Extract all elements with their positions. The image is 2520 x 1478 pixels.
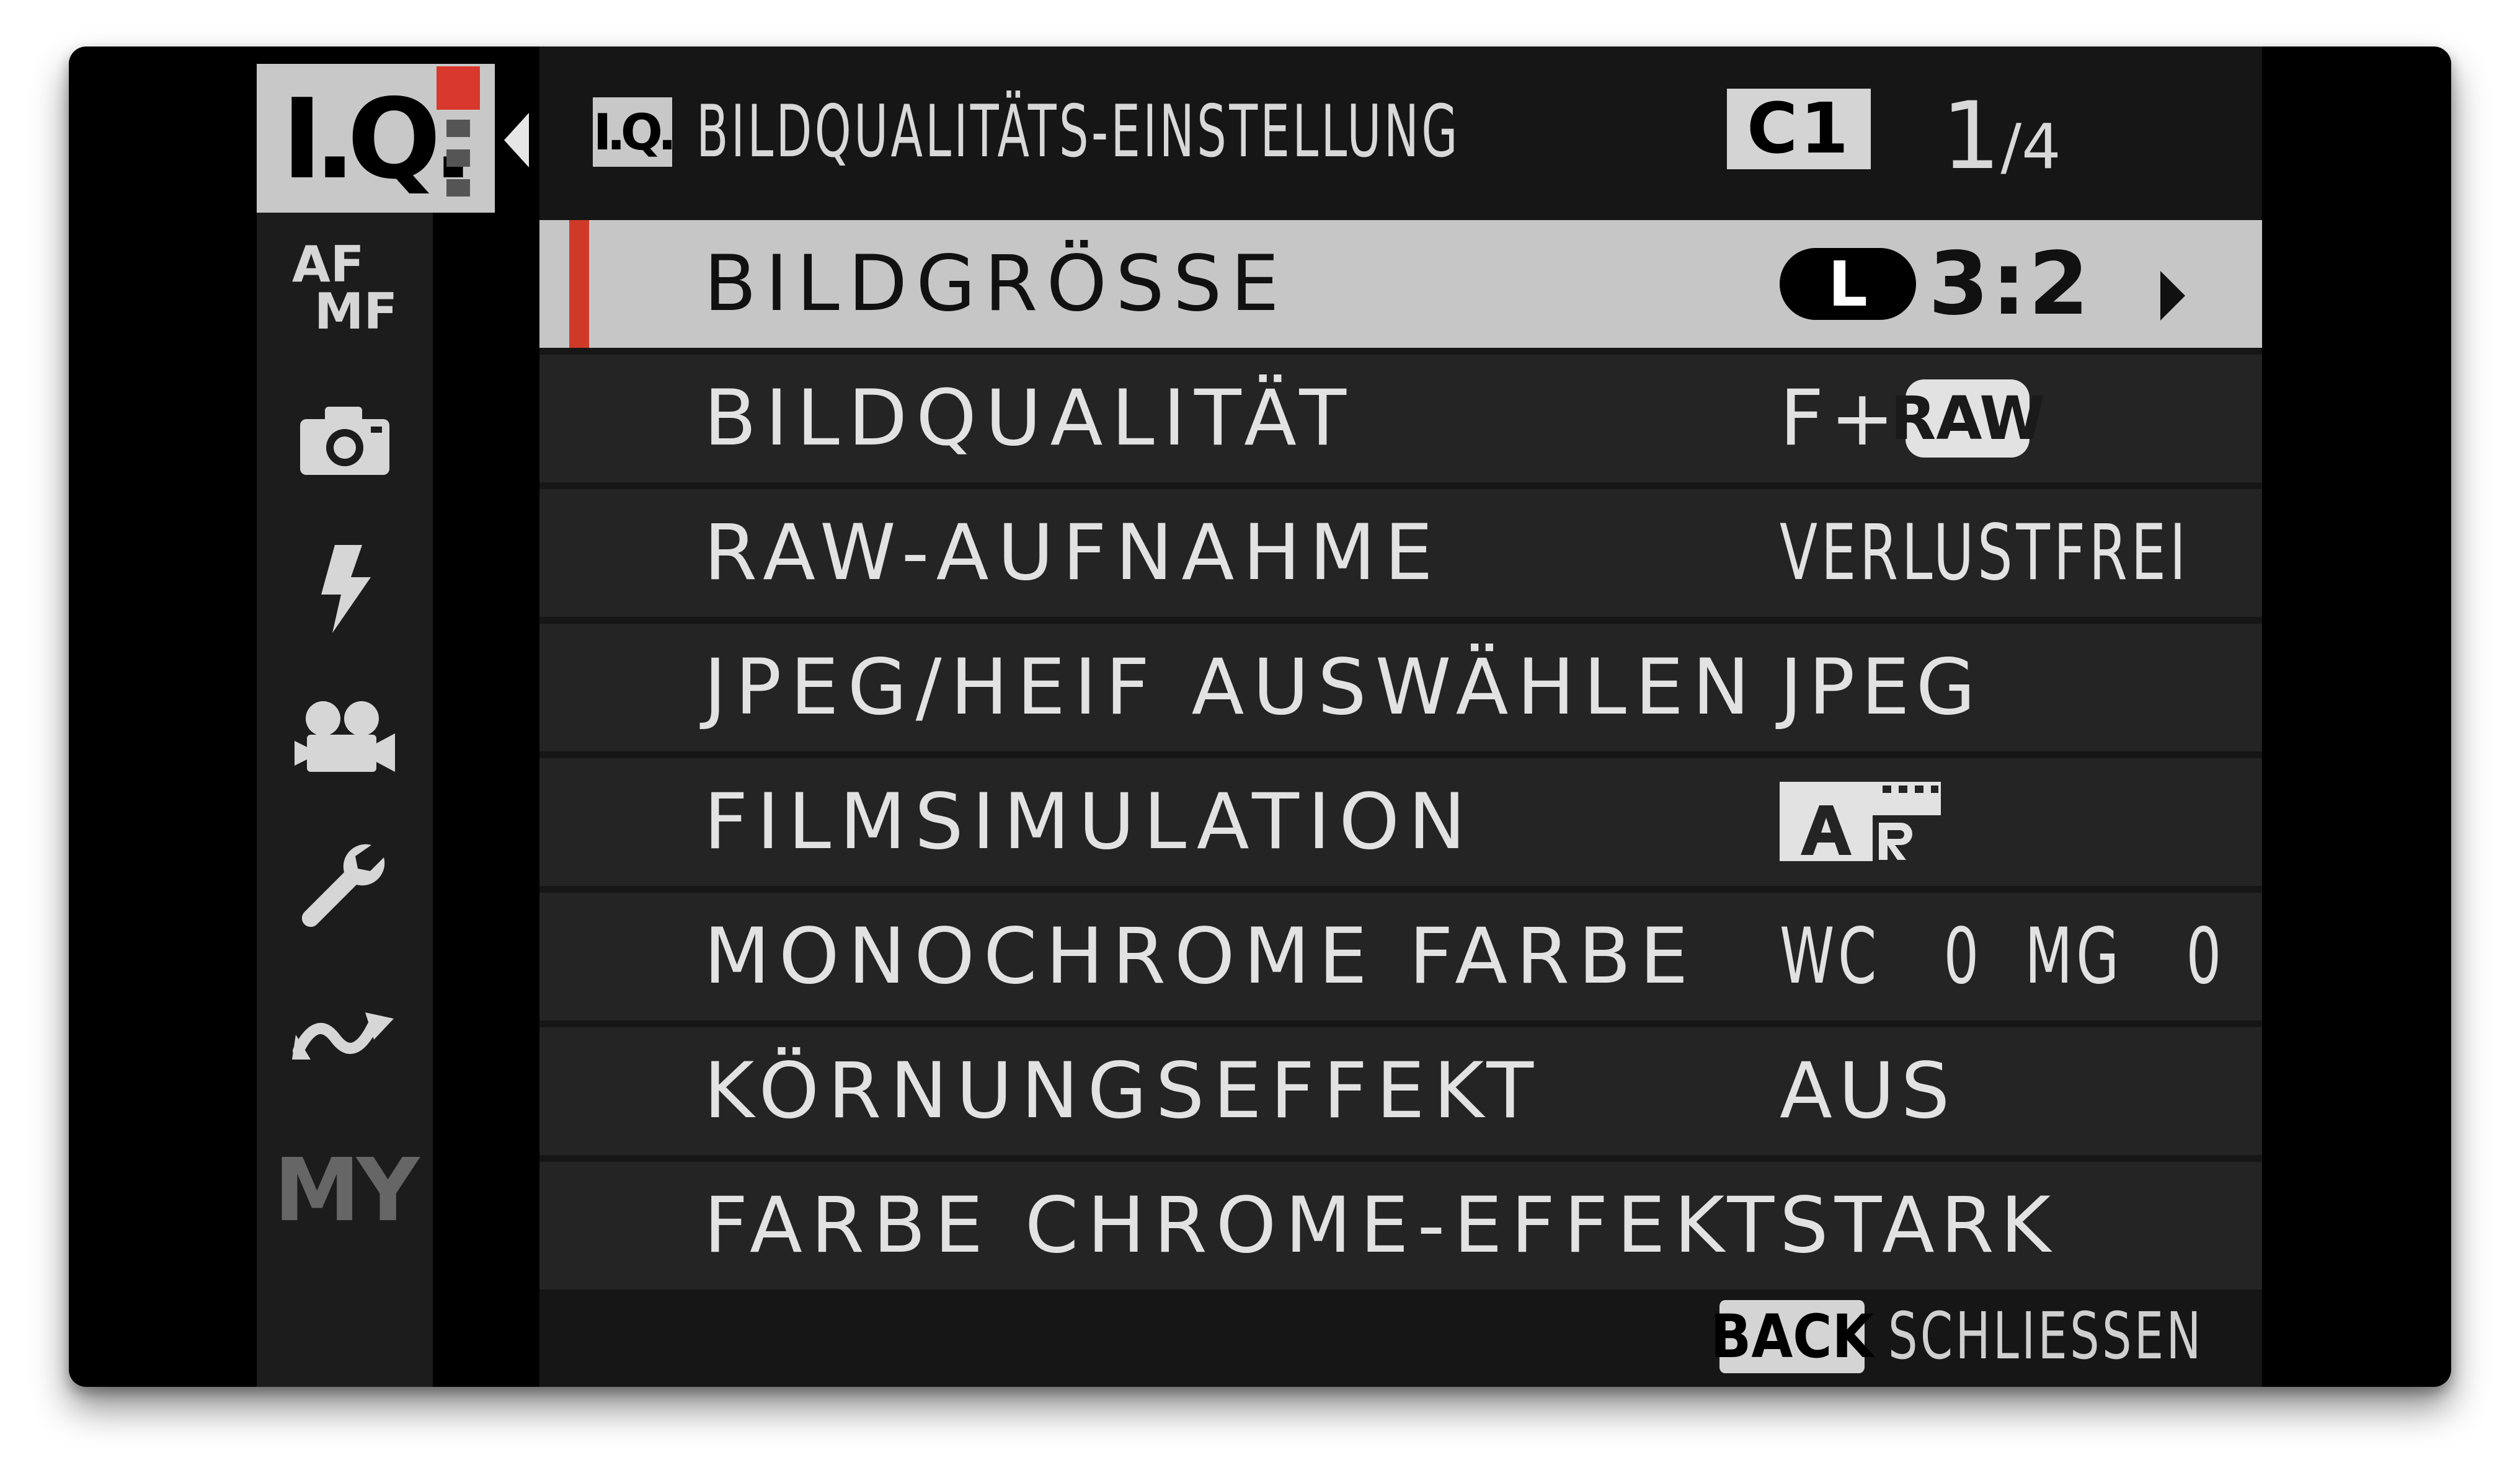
af-mf-icon: AF MF [292, 240, 397, 337]
row-value: F+ RAW [1780, 355, 2045, 482]
row-value: STARK [1780, 1181, 2057, 1270]
close-hint: SCHLIESSEN [1888, 1298, 2204, 1374]
rail-item-image-quality[interactable]: I.Q. [257, 64, 495, 213]
row-value: AUS [1780, 1047, 1956, 1136]
rail-pointer-arrow [504, 113, 529, 167]
page-total: /4 [2000, 110, 2061, 183]
row-label: FILMSIMULATION [704, 777, 1475, 867]
menu-row-farbe-chrome-effekt[interactable]: FARBE CHROME-EFFEKT STARK [539, 1162, 2262, 1290]
row-value: VERLUSTFREI [1780, 508, 2189, 598]
menu-scrollbar[interactable] [432, 64, 480, 213]
movie-camera-icon [295, 701, 395, 772]
selection-bar [569, 220, 589, 348]
row-value: WC 0 MG 0 [1780, 912, 2225, 1001]
scroll-dot [446, 179, 470, 197]
page-current: 1 [1941, 82, 2001, 190]
row-label: KÖRNUNGSEFFEKT [704, 1047, 1543, 1136]
rail-item-setup[interactable] [257, 812, 433, 961]
row-label: RAW-AUFNAHME [704, 508, 1442, 598]
row-label: MONOCHROME FARBE [704, 912, 1697, 1001]
menu-row-koernungseffekt[interactable]: KÖRNUNGSEFFEKT AUS [539, 1027, 2262, 1155]
menu-row-monochrome-farbe[interactable]: MONOCHROME FARBE WC 0 MG 0 [539, 893, 2262, 1020]
row-label: BILDGRÖSSE [704, 239, 1288, 329]
rail-item-af-mf[interactable]: AF MF [257, 214, 433, 363]
back-button[interactable]: BACK [1710, 1300, 1874, 1373]
image-size-badge: L [1780, 248, 1916, 321]
scroll-position-indicator [437, 66, 480, 110]
row-label: JPEG/HEIF AUSWÄHLEN [704, 643, 1759, 732]
flash-icon [321, 545, 371, 633]
row-value [1780, 758, 1941, 886]
mf-text: MF [314, 283, 398, 340]
page-indicator: 1/4 [1941, 82, 2061, 190]
scroll-dot [446, 120, 470, 137]
row-label: BILDQUALITÄT [704, 374, 1355, 463]
scroll-dot [446, 149, 470, 167]
custom-slot-badge: C1 [1727, 89, 1871, 169]
connection-icon [292, 1012, 394, 1060]
wrench-icon [301, 844, 385, 927]
rail-item-flash[interactable] [257, 515, 433, 663]
my-menu-icon: MY [273, 1139, 420, 1241]
raw-badge: RAW [1890, 379, 2045, 458]
film-simulation-acros-r-icon [1780, 782, 1941, 862]
af-text: AF [291, 236, 365, 293]
rail-item-movie[interactable] [257, 663, 433, 812]
rail-item-connection[interactable] [257, 961, 433, 1110]
menu-row-bildqualitaet[interactable]: BILDQUALITÄT F+ RAW [539, 355, 2262, 482]
submenu-arrow-icon [2160, 271, 2185, 321]
row-value: JPEG [1780, 643, 1982, 732]
quality-value: F+ [1780, 374, 1901, 463]
camera-icon [300, 407, 389, 475]
rail-item-shooting[interactable] [257, 366, 433, 515]
menu-row-raw-aufnahme[interactable]: RAW-AUFNAHME VERLUSTFREI [539, 489, 2262, 617]
image-quality-header-icon: I.Q. [593, 97, 677, 167]
row-value: L 3:2 [1780, 220, 2092, 348]
header-icon-label: I.Q. [593, 103, 677, 161]
aspect-ratio-value: 3:2 [1928, 233, 2092, 335]
menu-row-filmsimulation[interactable]: FILMSIMULATION [539, 758, 2262, 886]
page-title: BILDQUALITÄTS-EINSTELLUNG [696, 90, 1460, 174]
row-label: FARBE CHROME-EFFEKT [704, 1181, 1783, 1270]
menu-row-jpeg-heif[interactable]: JPEG/HEIF AUSWÄHLEN JPEG [539, 624, 2262, 751]
menu-row-bildgroesse[interactable]: BILDGRÖSSE L 3:2 [539, 220, 2262, 348]
rail-item-my-menu[interactable]: MY [257, 1116, 433, 1265]
